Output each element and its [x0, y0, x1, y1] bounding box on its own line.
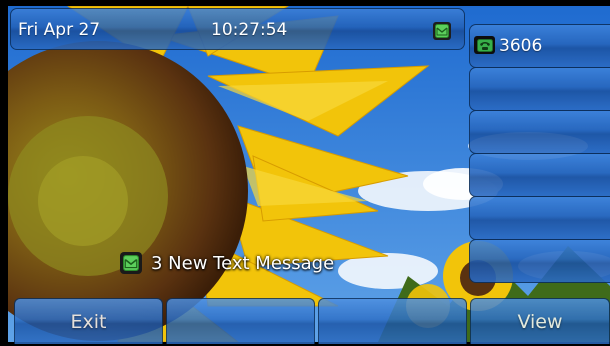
line-key-6[interactable] [469, 239, 610, 283]
envelope-icon[interactable] [433, 22, 451, 40]
envelope-icon-glyph [435, 24, 449, 38]
time-label: 10:27:54 [211, 20, 288, 40]
softkey-2[interactable] [166, 298, 315, 344]
phone-icon [474, 36, 495, 54]
exit-softkey[interactable]: Exit [14, 298, 163, 344]
softkey-3[interactable] [318, 298, 467, 344]
line-key-5[interactable] [469, 196, 610, 240]
new-message-notification[interactable]: 3 New Text Message [120, 252, 334, 274]
notification-text: 3 New Text Message [151, 252, 335, 274]
exit-softkey-label: Exit [70, 310, 107, 333]
line-key-4[interactable] [469, 153, 610, 197]
date-label: Fri Apr 27 [18, 20, 101, 40]
view-softkey-label: View [517, 310, 563, 333]
line-key-2[interactable] [469, 67, 610, 111]
envelope-icon [120, 252, 142, 274]
view-softkey[interactable]: View [470, 298, 610, 344]
line-key-3[interactable] [469, 110, 610, 154]
phone-screen: Fri Apr 27 10:27:54 3606 3 New Text Mess… [0, 0, 610, 346]
line-key-1-label: 3606 [499, 36, 543, 56]
